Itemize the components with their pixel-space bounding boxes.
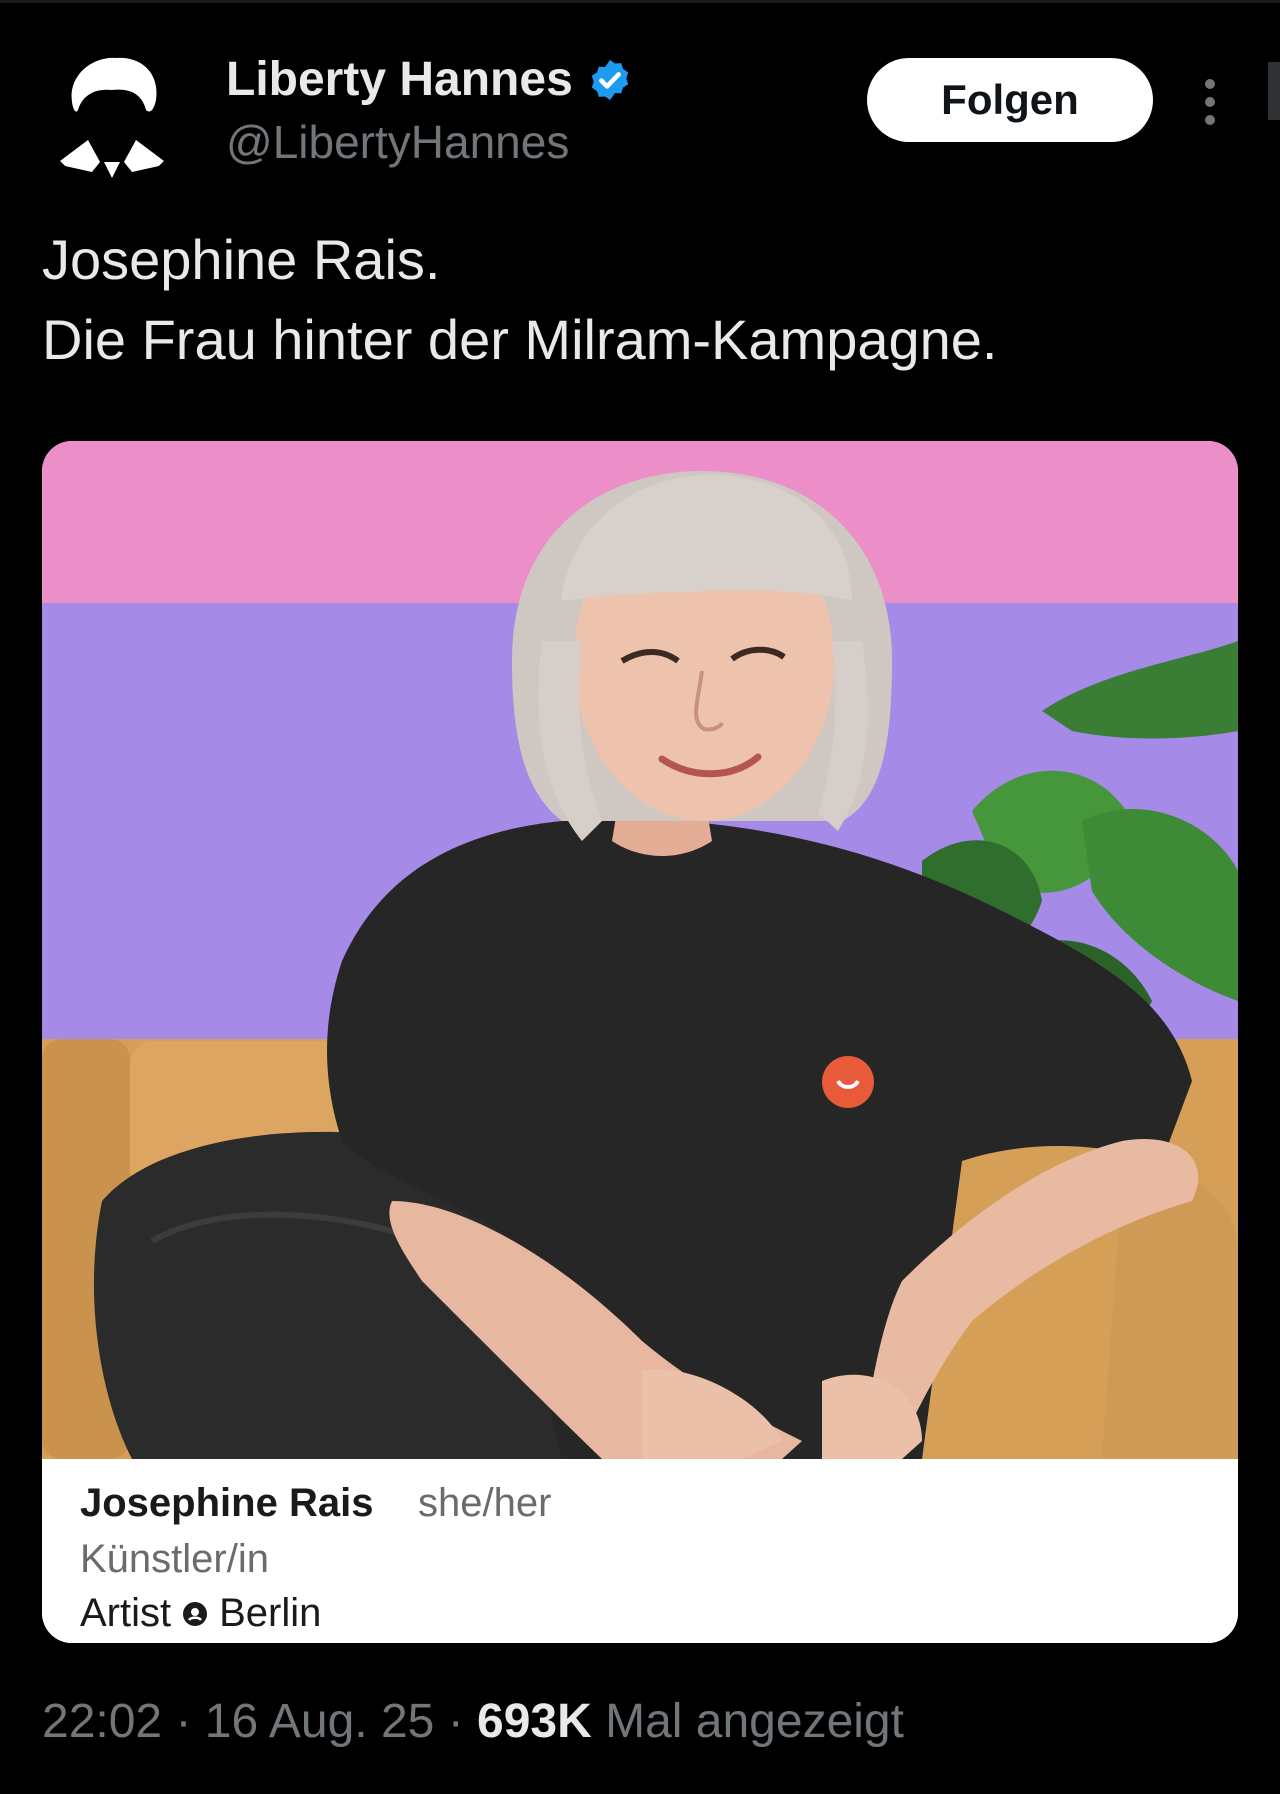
author-avatar[interactable] [42, 44, 182, 184]
portrait-photo[interactable] [42, 441, 1238, 1459]
portrait-illustration [42, 441, 1238, 1459]
caption-pronouns: she/her [418, 1481, 552, 1525]
more-vertical-icon[interactable] [1196, 76, 1224, 128]
follow-button[interactable]: Folgen [867, 58, 1153, 142]
views-label: Mal angezeigt [605, 1695, 904, 1748]
caption-location-prefix: Artist [80, 1591, 172, 1635]
tweet-text-line: Josephine Rais. [42, 228, 441, 291]
tweet-text: Josephine Rais. Die Frau hinter der Milr… [42, 220, 1222, 380]
views-count[interactable]: 693K [477, 1695, 592, 1748]
tweet-meta: 22:02 · 16 Aug. 25 · 693K Mal angezeigt [42, 1692, 904, 1752]
meta-separator: · [447, 1695, 464, 1748]
scrollbar[interactable] [1268, 62, 1280, 120]
profile-caption-panel: Josephine Rais she/her Künstler/in Artis… [42, 1459, 1238, 1643]
meta-separator: · [175, 1695, 192, 1748]
silhouette-avatar-icon [42, 44, 182, 184]
author-handle[interactable]: @LibertyHannes [226, 114, 569, 170]
tweet-time[interactable]: 22:02 [42, 1695, 162, 1748]
author-name-text[interactable]: Liberty Hannes [226, 52, 573, 108]
tweet-text-line: Die Frau hinter der Milram-Kampagne. [42, 308, 998, 371]
author-display-name[interactable]: Liberty Hannes [226, 52, 633, 108]
caption-name: Josephine Rais [80, 1481, 374, 1525]
media-card[interactable]: Josephine Rais she/her Künstler/in Artis… [42, 441, 1238, 1643]
caption-title: Künstler/in [80, 1537, 269, 1581]
top-divider [0, 0, 1280, 3]
caption-location-city: Berlin [219, 1591, 322, 1635]
verified-badge-icon [587, 57, 633, 103]
tweet-date[interactable]: 16 Aug. 25 [205, 1695, 435, 1748]
caption-location: Artist Berlin [80, 1591, 321, 1636]
location-pin-icon [181, 1600, 209, 1628]
